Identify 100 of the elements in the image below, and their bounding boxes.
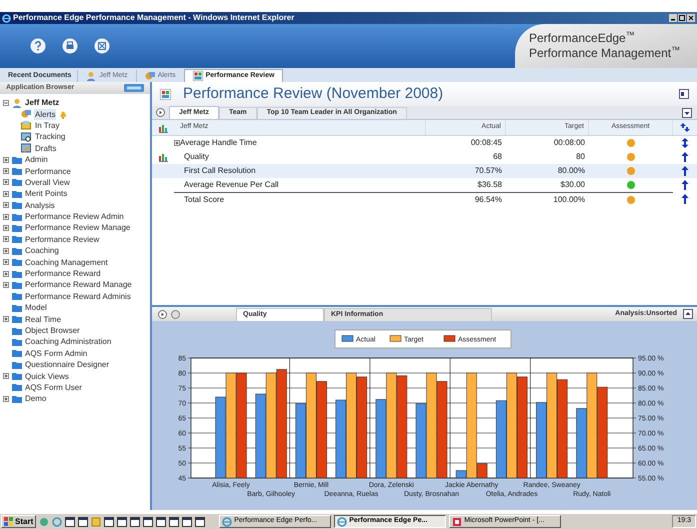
close-icon[interactable] [687, 14, 695, 22]
page-title: Performance Review (November 2008) [183, 84, 444, 104]
exit-icon[interactable] [94, 38, 110, 54]
tree-item[interactable]: AQS Form Admin [25, 348, 88, 359]
play-icon[interactable] [158, 310, 167, 318]
window-icon[interactable] [104, 516, 114, 526]
expand-icon[interactable] [3, 316, 9, 322]
tree-item[interactable]: Performance Review [25, 234, 100, 245]
tray-icon [21, 120, 31, 130]
tree-item[interactable]: In Tray [34, 120, 60, 131]
folder-icon [12, 268, 22, 279]
tree-item[interactable]: Coaching Management [25, 256, 108, 268]
tree-item[interactable]: AQS Form User [25, 382, 82, 393]
tree-item[interactable]: Demo [25, 393, 46, 404]
expand-icon[interactable] [3, 156, 9, 163]
folder-icon [12, 212, 22, 222]
tree-item[interactable]: Performance Reward Adminis [25, 290, 131, 302]
print-icon[interactable] [62, 38, 78, 54]
maximize-icon[interactable] [678, 14, 686, 22]
table-cell: 00:08:00 [554, 137, 585, 149]
expand-icon[interactable] [3, 202, 9, 208]
folder-icon [12, 166, 22, 176]
folder-icon [12, 302, 22, 313]
table-cell: 00:08:45 [470, 137, 502, 149]
chart-icon[interactable] [158, 122, 168, 132]
window-icon[interactable] [143, 516, 154, 526]
folder-icon [12, 382, 22, 392]
tree-item[interactable]: Jeff Metz [25, 97, 60, 108]
tree-item[interactable]: Coaching [25, 245, 59, 256]
pencil-icon [21, 143, 31, 154]
minimize-icon[interactable] [669, 14, 677, 22]
window-icon[interactable] [169, 516, 180, 526]
tree-item[interactable]: Admin [25, 154, 48, 166]
tree-item[interactable]: Coaching Administration [25, 336, 112, 348]
tree-item[interactable]: Quick Views [25, 370, 69, 382]
panel-icon[interactable] [679, 89, 689, 99]
brand-subtitle: Performance Management$^{™}$ [529, 46, 682, 61]
expand-icon[interactable] [3, 282, 9, 288]
tree-item[interactable]: Analysis [25, 200, 55, 211]
sort-icon[interactable] [680, 122, 690, 133]
window-icon[interactable] [195, 516, 206, 526]
expand-icon[interactable] [3, 190, 9, 197]
table-cell: $36.58 [478, 179, 502, 191]
start-button[interactable]: Start [1, 515, 36, 528]
toggle-icon[interactable] [124, 84, 144, 92]
collapse-icon[interactable] [3, 100, 9, 106]
tree-item[interactable]: Object Browser [25, 325, 80, 336]
expand-icon[interactable] [3, 168, 9, 174]
table-row[interactable]: First Call Resolution 70.57% 80.00% [152, 164, 697, 178]
user-icon [12, 98, 22, 108]
tree-item[interactable]: Merit Points [25, 188, 68, 200]
user-icon [86, 71, 96, 81]
tree-item[interactable]: Performance Review Admin [25, 211, 124, 222]
expand-icon[interactable] [3, 373, 9, 380]
window-icon[interactable] [182, 516, 192, 526]
tree-item[interactable]: Model [25, 302, 47, 314]
folder-icon [12, 326, 22, 336]
window-icon[interactable] [78, 516, 88, 526]
window-icon[interactable] [65, 516, 76, 526]
chart-icon[interactable] [158, 152, 168, 162]
folder-icon [12, 246, 22, 256]
tree-item[interactable]: Performance [25, 166, 71, 177]
dropdown-icon[interactable] [682, 108, 692, 118]
expand-icon[interactable] [3, 259, 9, 266]
expand-icon[interactable] [3, 270, 9, 277]
tree-item[interactable]: Drafts [34, 142, 58, 154]
expand-icon[interactable] [3, 236, 9, 242]
table-cell: Quality [184, 151, 209, 163]
folder-icon [12, 371, 22, 382]
tree-item[interactable]: Questionnaire Designer [25, 359, 110, 370]
folder-icon [12, 188, 22, 199]
folder-icon [12, 257, 22, 268]
tree-item[interactable]: Performance Reward Manage [25, 279, 132, 290]
expand-panel-icon[interactable] [683, 309, 693, 319]
tree-item[interactable]: Alerts [34, 108, 56, 120]
play-icon[interactable] [156, 108, 165, 117]
expand-icon[interactable] [3, 179, 9, 186]
tree-item[interactable]: Overall View [25, 176, 70, 188]
window-icon[interactable] [117, 516, 128, 526]
expand-icon[interactable] [3, 396, 9, 402]
help-icon[interactable] [30, 38, 46, 54]
folder-icon [12, 222, 22, 233]
folder-icon [12, 314, 22, 324]
magnifier-icon [21, 132, 31, 142]
expand-icon[interactable] [174, 140, 180, 146]
expand-icon[interactable] [3, 224, 9, 231]
expand-icon[interactable] [3, 214, 9, 220]
window-icon[interactable] [130, 516, 140, 526]
tree-item[interactable]: Performance Review Manage [25, 222, 130, 234]
table-cell: First Call Resolution [184, 165, 256, 177]
table-cell: $30.00 [560, 179, 585, 191]
tree-item[interactable]: Performance Reward [25, 268, 101, 280]
expand-icon[interactable] [3, 248, 9, 254]
tree-item[interactable]: Tracking [34, 131, 66, 142]
table-cell: Average Handle Time [180, 137, 257, 149]
tree-item[interactable]: Real Time [25, 314, 62, 325]
slides-icon [452, 516, 462, 526]
table-cell: 80 [576, 151, 585, 163]
window-icon[interactable] [156, 516, 166, 526]
stop-icon[interactable] [171, 310, 180, 318]
